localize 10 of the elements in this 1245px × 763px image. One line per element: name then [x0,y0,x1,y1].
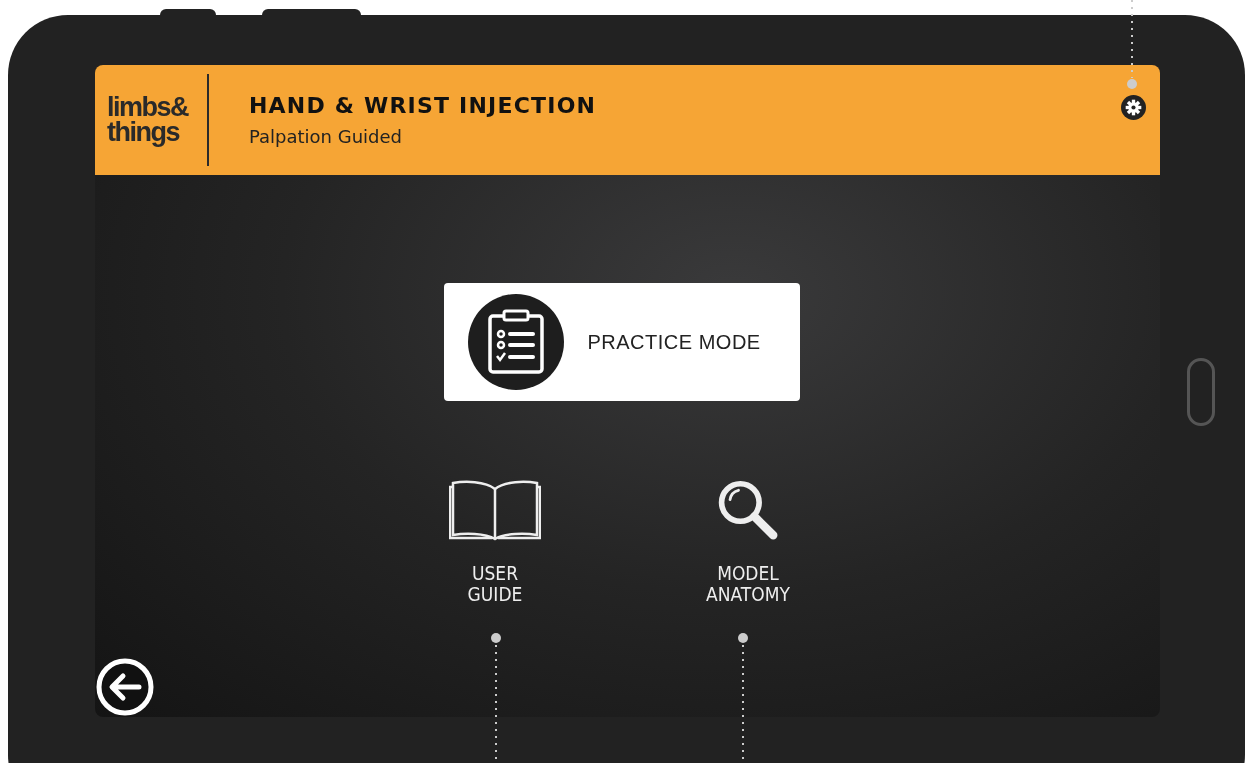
settings-icon[interactable] [1121,95,1146,120]
open-book-icon [449,479,541,541]
user-guide-button[interactable]: USER GUIDE [415,479,575,605]
brand-logo: limbs& things [107,95,190,145]
model-anatomy-button[interactable]: MODEL ANATOMY [668,479,828,605]
app-title: HAND & WRIST INJECTION [249,93,598,118]
app-subtitle: Palpation Guided [249,126,404,147]
practice-mode-button[interactable]: PRACTICE MODE [443,283,800,401]
back-button[interactable] [95,657,155,717]
checklist-icon [467,294,564,390]
